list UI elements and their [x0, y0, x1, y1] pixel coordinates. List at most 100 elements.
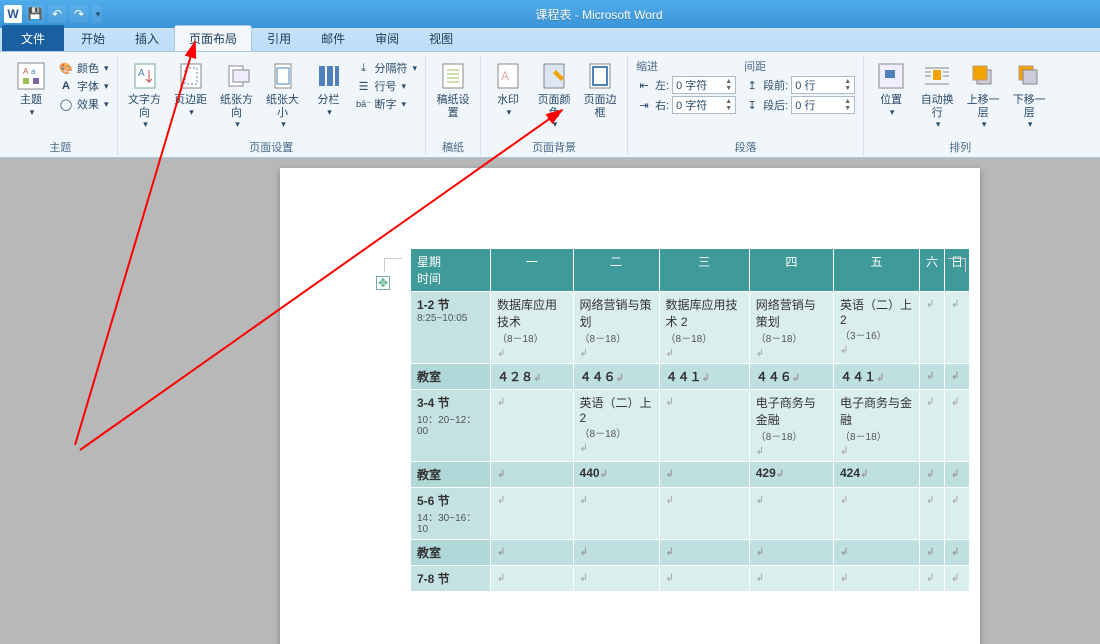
table-cell[interactable]: ↲	[944, 390, 969, 462]
watermark-button[interactable]: A水印	[487, 58, 529, 117]
table-cell[interactable]: ↲	[944, 364, 969, 390]
send-backward-icon	[1013, 60, 1045, 92]
table-cell[interactable]: ↲	[491, 462, 574, 488]
table-cell[interactable]: ↲	[749, 540, 833, 566]
themes-icon: Aa	[15, 60, 47, 92]
table-cell[interactable]: ↲	[491, 488, 574, 540]
table-cell[interactable]: ↲	[919, 462, 944, 488]
table-cell[interactable]: ↲	[919, 292, 944, 364]
undo-icon[interactable]: ↶	[48, 5, 66, 23]
tab-review[interactable]: 审阅	[360, 25, 414, 51]
table-cell[interactable]: 电子商务与金融（8－18）↲	[833, 390, 919, 462]
tab-file[interactable]: 文件	[2, 25, 64, 51]
page-border-button[interactable]: 页面边框	[579, 58, 621, 119]
table-cell[interactable]: ↲	[944, 488, 969, 540]
text-direction-button[interactable]: A文字方向	[124, 58, 166, 130]
table-cell[interactable]: ↲	[659, 390, 749, 462]
word-app-icon[interactable]: W	[4, 5, 22, 23]
table-cell[interactable]: ↲	[749, 566, 833, 592]
table-cell[interactable]: ↲	[944, 566, 969, 592]
table-cell[interactable]: ↲	[944, 292, 969, 364]
table-cell[interactable]: 数据库应用技术（8－18）↲	[491, 292, 574, 364]
tab-mail[interactable]: 邮件	[306, 25, 360, 51]
hyphenation-button[interactable]: bā⁻断字	[356, 96, 418, 112]
table-cell[interactable]: ↲	[659, 488, 749, 540]
table-cell[interactable]: ↲	[573, 540, 659, 566]
breaks-button[interactable]: ⤓分隔符	[356, 60, 418, 76]
table-cell[interactable]: ↲	[833, 488, 919, 540]
indent-right-input[interactable]: 0 字符▲▼	[672, 96, 736, 114]
group-arrange: 位置 自动换行 上移一层 下移一层 排列	[864, 56, 1056, 155]
table-cell[interactable]: ４４６↲	[749, 364, 833, 390]
table-cell[interactable]: ↲	[659, 566, 749, 592]
space-before-input[interactable]: 0 行▲▼	[791, 76, 855, 94]
tab-view[interactable]: 视图	[414, 25, 468, 51]
theme-effects-button[interactable]: ◯效果	[58, 96, 109, 112]
table-cell[interactable]: ↲	[659, 540, 749, 566]
table-cell[interactable]: ↲	[919, 488, 944, 540]
table-cell[interactable]: ↲	[491, 540, 574, 566]
table-cell[interactable]: ↲	[833, 566, 919, 592]
tab-reference[interactable]: 引用	[252, 25, 306, 51]
theme-colors-button[interactable]: 🎨颜色	[58, 60, 109, 76]
document-area[interactable]: ✥ 星期时间 一 二 三 四 五 六 日 1-2 节8:25~10:05数据库应…	[0, 158, 1100, 644]
row-label: 教室	[411, 462, 491, 488]
table-cell[interactable]: ４２８↲	[491, 364, 574, 390]
table-cell[interactable]: ４４６↲	[573, 364, 659, 390]
table-cell[interactable]: 英语（二）上 2（8－18）↲	[573, 390, 659, 462]
table-cell[interactable]: 电子商务与金融（8－18）↲	[749, 390, 833, 462]
table-cell[interactable]: 网络营销与策划（8－18）↲	[749, 292, 833, 364]
table-cell[interactable]: ↲	[659, 462, 749, 488]
table-cell[interactable]: ４４１↲	[659, 364, 749, 390]
space-after-input[interactable]: 0 行▲▼	[791, 96, 855, 114]
qat-customize-icon[interactable]	[92, 5, 102, 23]
margins-button[interactable]: 页边距	[170, 58, 212, 117]
table-cell[interactable]: ↲	[491, 566, 574, 592]
table-cell[interactable]: ↲	[833, 540, 919, 566]
table-cell[interactable]: 英语（二）上 2（3－16）↲	[833, 292, 919, 364]
table-cell[interactable]: ４４１↲	[833, 364, 919, 390]
themes-button[interactable]: Aa 主题	[10, 58, 52, 117]
tab-page-layout[interactable]: 页面布局	[174, 25, 252, 51]
manuscript-button[interactable]: 稿纸设置	[432, 58, 474, 119]
table-cell[interactable]: ↲	[491, 390, 574, 462]
bring-forward-button[interactable]: 上移一层	[962, 58, 1004, 130]
line-numbers-button[interactable]: ☰行号	[356, 78, 418, 94]
table-cell[interactable]: 440↲	[573, 462, 659, 488]
row-label: 3-4 节10：20~12：00	[411, 390, 491, 462]
table-cell[interactable]: ↲	[573, 566, 659, 592]
line-numbers-icon: ☰	[356, 78, 372, 94]
table-cell[interactable]: 429↲	[749, 462, 833, 488]
table-cell[interactable]: ↲	[919, 364, 944, 390]
columns-button[interactable]: 分栏	[308, 58, 350, 117]
orientation-button[interactable]: 纸张方向	[216, 58, 258, 130]
tab-home[interactable]: 开始	[66, 25, 120, 51]
theme-fonts-button[interactable]: A字体	[58, 78, 109, 94]
table-cell[interactable]: ↲	[944, 540, 969, 566]
group-page-background: A水印 页面颜色 页面边框 页面背景	[481, 56, 628, 155]
wrap-text-button[interactable]: 自动换行	[916, 58, 958, 130]
redo-icon[interactable]: ↷	[70, 5, 88, 23]
position-button[interactable]: 位置	[870, 58, 912, 117]
table-cell[interactable]: ↲	[919, 390, 944, 462]
save-icon[interactable]: 💾	[26, 5, 44, 23]
table-cell[interactable]: 424↲	[833, 462, 919, 488]
table-cell[interactable]: ↲	[919, 540, 944, 566]
hyphenation-icon: bā⁻	[356, 96, 372, 112]
table-cell[interactable]: 网络营销与策划（8－18）↲	[573, 292, 659, 364]
page-color-button[interactable]: 页面颜色	[533, 58, 575, 130]
table-cell[interactable]: ↲	[944, 462, 969, 488]
table-move-handle-icon[interactable]: ✥	[376, 276, 390, 290]
schedule-table[interactable]: 星期时间 一 二 三 四 五 六 日 1-2 节8:25~10:05数据库应用技…	[410, 248, 970, 592]
header-day: 六	[919, 249, 944, 292]
table-cell[interactable]: ↲	[573, 488, 659, 540]
send-backward-button[interactable]: 下移一层	[1008, 58, 1050, 130]
table-row: 7-8 节↲↲↲↲↲↲↲	[411, 566, 970, 592]
row-label: 7-8 节	[411, 566, 491, 592]
indent-left-input[interactable]: 0 字符▲▼	[672, 76, 736, 94]
table-cell[interactable]: 数据库应用技术 2（8－18）↲	[659, 292, 749, 364]
table-cell[interactable]: ↲	[749, 488, 833, 540]
size-button[interactable]: 纸张大小	[262, 58, 304, 130]
tab-insert[interactable]: 插入	[120, 25, 174, 51]
table-cell[interactable]: ↲	[919, 566, 944, 592]
